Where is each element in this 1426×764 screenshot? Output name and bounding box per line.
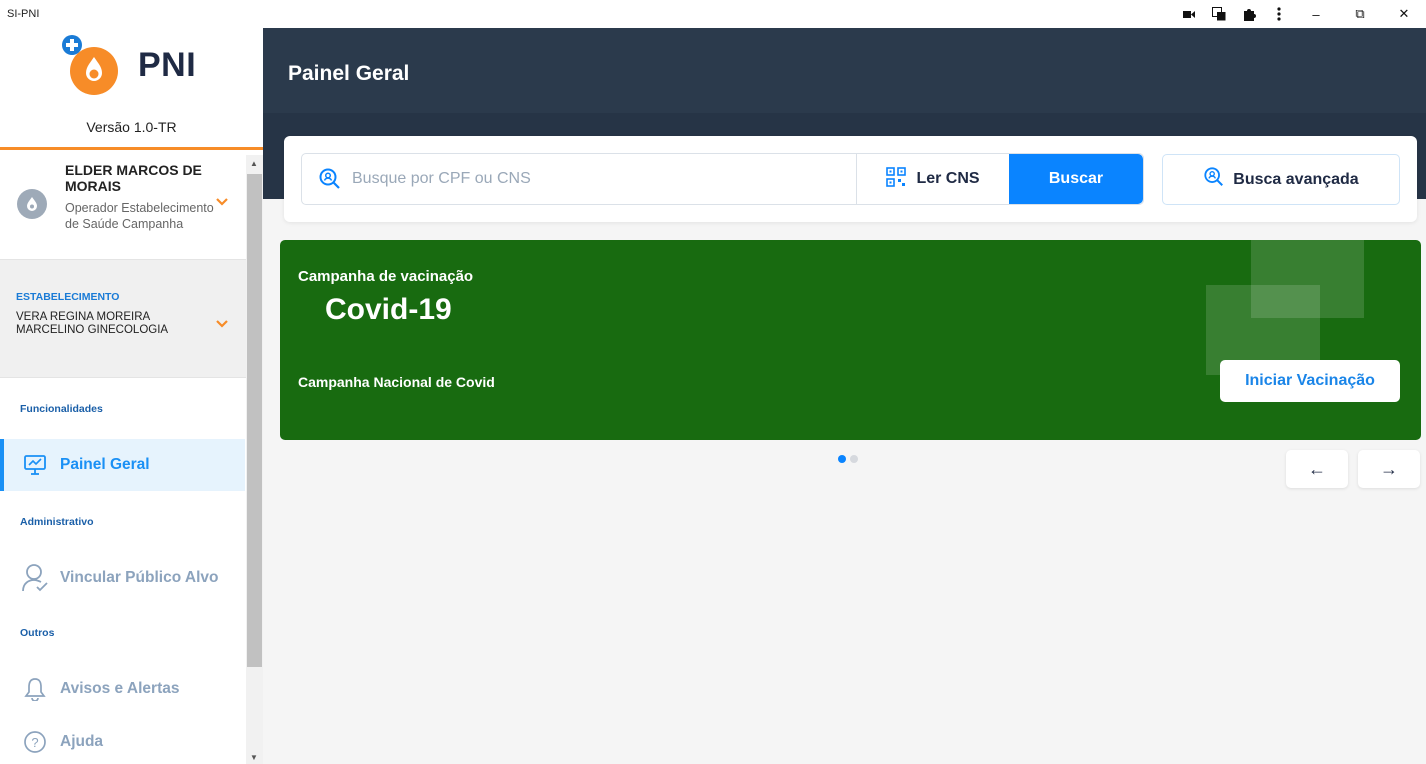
sidebar-scrollbar[interactable]: ▲ ▼ [246, 155, 263, 764]
establishment-name: VERA REGINA MOREIRA MARCELINO GINECOLOGI… [16, 311, 169, 336]
qr-code-icon [886, 166, 907, 192]
minimize-icon[interactable]: – [1294, 0, 1338, 28]
search-group: Ler CNS Buscar [301, 153, 1144, 205]
sidebar-item-avisos-alertas[interactable]: Avisos e Alertas [0, 663, 245, 715]
campaign-banner: Campanha de vacinação Covid-19 Campanha … [280, 240, 1421, 440]
logo-area: PNI Versão 1.0-TR [0, 28, 263, 150]
more-icon[interactable] [1264, 0, 1294, 28]
sidebar-item-ajuda[interactable]: ? Ajuda [0, 716, 245, 764]
svg-text:?: ? [31, 735, 38, 750]
help-icon: ? [20, 727, 50, 757]
carousel-next-button[interactable]: → [1358, 450, 1420, 488]
buscar-button[interactable]: Buscar [1009, 154, 1143, 204]
user-role: Operador Estabelecimento de Saúde Campan… [65, 201, 214, 231]
user-name: ELDER MARCOS DE MORAIS [65, 162, 202, 194]
carousel-dots [838, 455, 862, 463]
arrow-right-icon: → [1380, 458, 1398, 479]
user-check-icon [20, 563, 50, 593]
sidebar-item-label: Vincular Público Alvo [60, 569, 219, 586]
logo-text: PNI [138, 45, 197, 84]
section-funcionalidades: Funcionalidades [20, 403, 103, 415]
version-label: Versão 1.0-TR [86, 119, 177, 135]
sidebar-item-label: Avisos e Alertas [60, 680, 180, 697]
scrollbar-thumb[interactable] [247, 174, 262, 667]
busca-avancada-button[interactable]: Busca avançada [1162, 154, 1400, 205]
bell-icon [20, 674, 50, 704]
chevron-down-icon[interactable] [216, 315, 228, 331]
presentation-board-icon [20, 450, 50, 480]
extension-icon[interactable] [1234, 0, 1264, 28]
translate-icon[interactable] [1204, 0, 1234, 28]
sidebar-item-vincular-publico-alvo[interactable]: Vincular Público Alvo [0, 552, 245, 604]
camera-icon[interactable] [1174, 0, 1204, 28]
page-title: Painel Geral [288, 62, 410, 85]
search-card: Ler CNS Buscar Busca avançada [284, 136, 1417, 222]
sidebar: PNI Versão 1.0-TR ELDER MARCOS DE MORAIS… [0, 28, 263, 764]
carousel-dot-active[interactable] [838, 455, 846, 463]
arrow-left-icon: ← [1308, 458, 1326, 479]
window-controls: – ⧉ ✕ [1174, 0, 1426, 28]
campaign-label: Campanha de vacinação [298, 268, 474, 285]
campaign-description: Campanha Nacional de Covid [298, 374, 495, 390]
chevron-down-icon[interactable] [216, 193, 228, 209]
page-header: Painel Geral [263, 28, 1426, 113]
campaign-name: Covid-19 [325, 293, 452, 326]
close-icon[interactable]: ✕ [1382, 0, 1426, 28]
sidebar-item-label: Ajuda [60, 733, 104, 750]
sidebar-item-label: Painel Geral [60, 456, 150, 473]
scroll-down-icon[interactable]: ▼ [250, 753, 258, 762]
section-administrativo: Administrativo [20, 516, 94, 528]
ler-cns-button[interactable]: Ler CNS [856, 154, 1009, 204]
ler-cns-label: Ler CNS [916, 170, 980, 187]
busca-avancada-label: Busca avançada [1233, 170, 1359, 188]
section-outros: Outros [20, 627, 55, 639]
user-selector[interactable]: ELDER MARCOS DE MORAIS Operador Estabele… [0, 150, 263, 260]
avatar [17, 189, 47, 219]
window-titlebar: SI-PNI – ⧉ ✕ [0, 0, 1426, 28]
establishment-label: ESTABELECIMENTO [16, 291, 120, 303]
search-input[interactable] [352, 170, 832, 188]
pni-logo: PNI [62, 33, 197, 95]
search-user-icon [1203, 166, 1225, 193]
carousel-dot[interactable] [850, 455, 858, 463]
sidebar-item-painel-geral[interactable]: Painel Geral [0, 439, 245, 491]
vaccine-drop-icon [62, 33, 120, 95]
search-user-icon [318, 167, 342, 191]
establishment-selector[interactable]: ESTABELECIMENTO VERA REGINA MOREIRA MARC… [0, 260, 263, 378]
carousel-prev-button[interactable]: ← [1286, 450, 1348, 488]
scroll-up-icon[interactable]: ▲ [250, 159, 258, 168]
iniciar-vacinacao-button[interactable]: Iniciar Vacinação [1220, 360, 1400, 402]
window-title: SI-PNI [7, 8, 40, 20]
restore-icon[interactable]: ⧉ [1338, 0, 1382, 28]
search-field[interactable] [302, 154, 856, 204]
